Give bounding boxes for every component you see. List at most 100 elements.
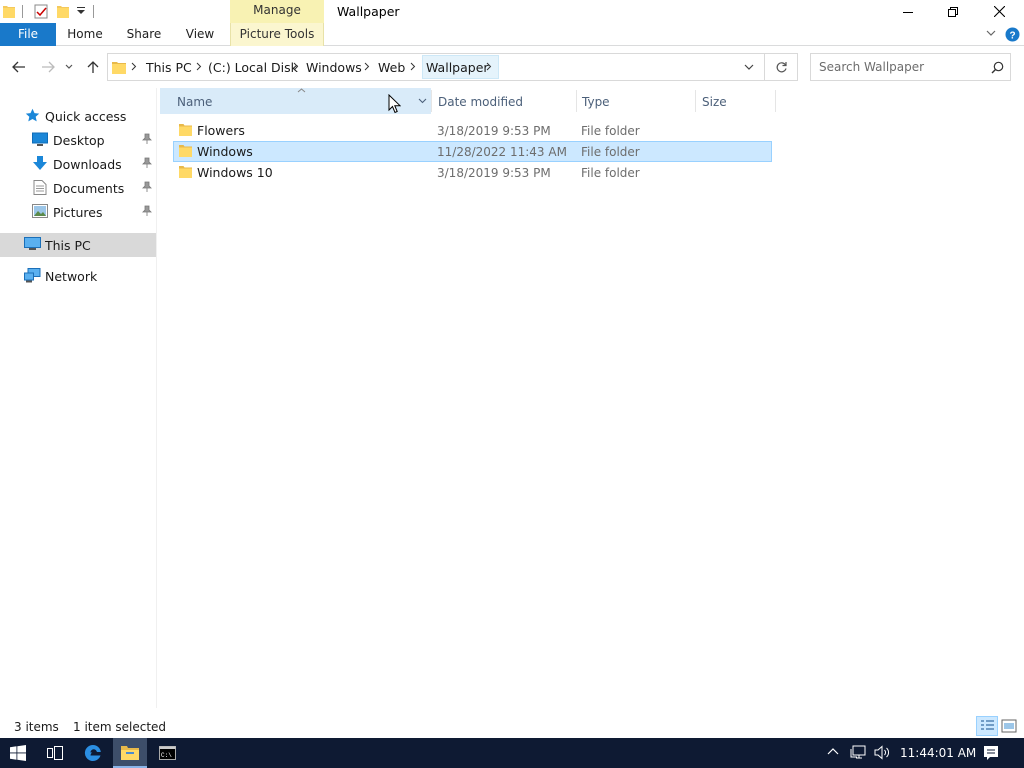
breadcrumb-local-disk[interactable]: (C:) Local Disk: [208, 60, 298, 75]
taskbar: C:\ 11:44:01 AM: [0, 738, 1024, 768]
tab-file[interactable]: File: [0, 23, 56, 46]
tab-share[interactable]: Share: [121, 23, 167, 46]
chevron-right-icon[interactable]: [486, 62, 492, 71]
tab-home[interactable]: Home: [62, 23, 108, 46]
file-name: Windows: [197, 144, 253, 159]
file-name: Windows 10: [197, 165, 273, 180]
file-name: Flowers: [197, 123, 245, 138]
documents-icon: [33, 180, 47, 195]
recent-locations-button[interactable]: [63, 59, 75, 75]
desktop-icon: [32, 132, 48, 146]
breadcrumb-wallpaper[interactable]: Wallpaper: [426, 60, 489, 75]
column-divider[interactable]: [431, 90, 432, 112]
action-center-icon[interactable]: [983, 745, 999, 761]
nav-label: This PC: [45, 238, 91, 253]
address-bar[interactable]: This PC (C:) Local Disk Windows Web Wall…: [107, 53, 765, 81]
column-divider[interactable]: [775, 90, 776, 112]
refresh-button[interactable]: [765, 53, 798, 81]
restore-button[interactable]: [930, 0, 976, 23]
folder-icon[interactable]: [3, 4, 15, 18]
start-button[interactable]: [0, 738, 36, 768]
file-row-windows[interactable]: Windows 11/28/2022 11:43 AM File folder: [173, 141, 772, 162]
pin-icon[interactable]: [142, 181, 152, 193]
breadcrumb-web[interactable]: Web: [378, 60, 405, 75]
tab-view[interactable]: View: [178, 23, 222, 46]
nav-label: Pictures: [53, 205, 103, 220]
computer-icon: [24, 237, 41, 251]
column-divider[interactable]: [695, 90, 696, 112]
command-prompt-icon[interactable]: C:\: [152, 738, 182, 768]
minimize-button[interactable]: [885, 0, 931, 23]
file-row-flowers[interactable]: Flowers 3/18/2019 9:53 PM File folder: [173, 120, 772, 141]
customize-qat-icon[interactable]: [76, 6, 86, 16]
up-button[interactable]: [84, 59, 102, 75]
chevron-right-icon[interactable]: [364, 62, 370, 71]
file-type: File folder: [581, 124, 640, 138]
nav-label: Quick access: [45, 109, 127, 124]
selection-count: 1 item selected: [73, 720, 167, 734]
star-icon: [25, 108, 40, 123]
new-folder-icon[interactable]: [57, 4, 69, 18]
column-name[interactable]: Name: [177, 95, 212, 109]
folder-icon: [179, 165, 192, 179]
column-date-modified[interactable]: Date modified: [438, 95, 523, 109]
svg-text:?: ?: [1009, 31, 1015, 42]
file-type: File folder: [581, 166, 640, 180]
column-divider[interactable]: [576, 90, 577, 112]
divider: [93, 5, 94, 18]
tab-picture-tools[interactable]: Picture Tools: [230, 23, 324, 46]
address-history-dropdown-icon[interactable]: [744, 64, 754, 71]
manage-label[interactable]: Manage: [230, 3, 324, 17]
large-icons-view-button[interactable]: [1001, 718, 1017, 734]
file-explorer-taskbar-button[interactable]: [113, 738, 147, 768]
file-row-windows-10[interactable]: Windows 10 3/18/2019 9:53 PM File folder: [173, 162, 772, 183]
volume-icon[interactable]: [874, 745, 891, 760]
pictures-icon: [32, 204, 48, 218]
pin-icon[interactable]: [142, 133, 152, 145]
folder-icon: [179, 123, 192, 137]
help-icon[interactable]: ?: [1005, 27, 1020, 42]
file-date: 3/18/2019 9:53 PM: [437, 166, 551, 180]
search-box[interactable]: Search Wallpaper: [810, 53, 1011, 81]
chevron-right-icon[interactable]: [196, 62, 202, 71]
nav-this-pc[interactable]: This PC: [0, 233, 156, 257]
chevron-right-icon[interactable]: [131, 62, 137, 71]
taskbar-clock[interactable]: 11:44:01 AM: [900, 746, 976, 760]
chevron-right-icon[interactable]: [410, 62, 416, 71]
task-view-button[interactable]: [40, 738, 70, 768]
nav-network[interactable]: Network: [0, 265, 156, 287]
file-type: File folder: [581, 145, 640, 159]
nav-item-downloads[interactable]: Downloads: [0, 153, 156, 175]
network-status-icon[interactable]: [850, 745, 867, 760]
chevron-right-icon[interactable]: [293, 62, 299, 71]
back-button[interactable]: [10, 59, 28, 75]
search-input[interactable]: Search Wallpaper: [819, 60, 924, 74]
folder-icon: [112, 60, 126, 74]
nav-item-documents[interactable]: Documents: [0, 177, 156, 199]
mouse-cursor-icon: [388, 94, 401, 114]
status-bar: 3 items 1 item selected: [0, 716, 1024, 738]
column-header: Name Date modified Type Size: [160, 88, 776, 114]
pin-icon[interactable]: [142, 205, 152, 217]
details-view-button[interactable]: [976, 716, 998, 736]
show-hidden-icons-icon[interactable]: [827, 747, 839, 755]
nav-item-desktop[interactable]: Desktop: [0, 129, 156, 151]
nav-quick-access[interactable]: Quick access: [0, 105, 156, 127]
breadcrumb-this-pc[interactable]: This PC: [146, 60, 192, 75]
properties-icon[interactable]: [34, 4, 48, 19]
item-count: 3 items: [14, 720, 59, 734]
edge-icon[interactable]: [78, 738, 108, 768]
column-filter-dropdown-icon[interactable]: [418, 98, 427, 104]
pin-icon[interactable]: [142, 157, 152, 169]
ribbon-tabs: File Home Share View Picture Tools ?: [0, 23, 1024, 46]
forward-button[interactable]: [39, 59, 57, 75]
breadcrumb-windows[interactable]: Windows: [306, 60, 362, 75]
column-type[interactable]: Type: [582, 95, 610, 109]
search-icon[interactable]: [991, 61, 1004, 74]
nav-item-pictures[interactable]: Pictures: [0, 201, 156, 223]
nav-label: Documents: [53, 181, 125, 196]
expand-ribbon-icon[interactable]: [986, 29, 996, 37]
column-size[interactable]: Size: [702, 95, 727, 109]
close-button[interactable]: [976, 0, 1022, 23]
folder-icon: [179, 144, 192, 158]
